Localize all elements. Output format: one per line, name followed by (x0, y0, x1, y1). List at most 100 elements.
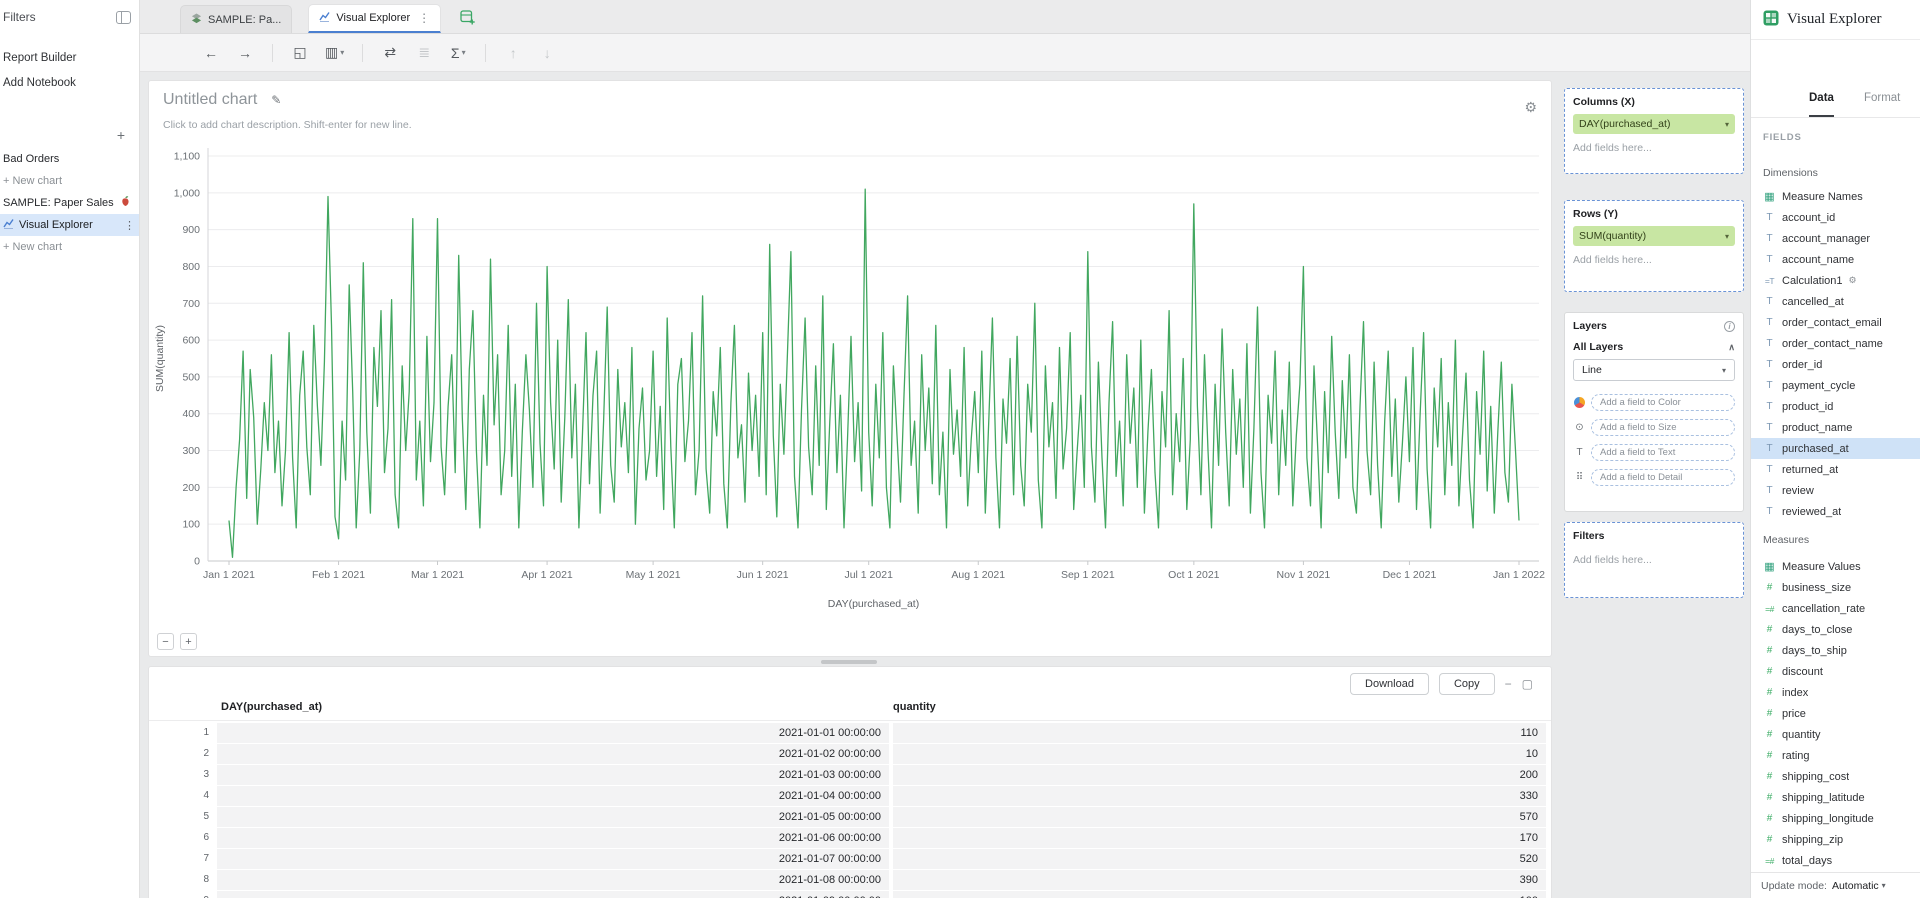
field-days_to_ship[interactable]: #days_to_ship (1751, 640, 1920, 661)
chart-title[interactable]: Untitled chart (163, 91, 257, 109)
collapse-sidebar-icon[interactable] (116, 11, 131, 24)
field-business_size[interactable]: #business_size (1751, 577, 1920, 598)
field-reviewed_at[interactable]: Treviewed_at (1751, 501, 1920, 522)
field-order_id[interactable]: Torder_id (1751, 354, 1920, 375)
cell-quantity[interactable]: 520 (893, 849, 1546, 869)
field-product_id[interactable]: Tproduct_id (1751, 396, 1920, 417)
field-total_days[interactable]: =#total_days (1751, 850, 1920, 871)
table-row[interactable]: 42021-01-04 00:00:00330 (149, 786, 1551, 806)
chevron-down-icon[interactable]: ▾ (1725, 232, 1729, 241)
table-row[interactable]: 12021-01-01 00:00:00110 (149, 723, 1551, 743)
new-view-button[interactable] (455, 5, 479, 29)
tab-menu-icon[interactable]: ⋮ (416, 11, 430, 25)
cell-quantity[interactable]: 570 (893, 807, 1546, 827)
field-days_to_close[interactable]: #days_to_close (1751, 619, 1920, 640)
field-account_manager[interactable]: Taccount_manager (1751, 228, 1920, 249)
cell-date[interactable]: 2021-01-09 00:00:00 (217, 891, 889, 898)
cell-date[interactable]: 2021-01-02 00:00:00 (217, 744, 889, 764)
field-Measure Names[interactable]: ▦Measure Names (1751, 186, 1920, 207)
tab-data[interactable]: Data (1809, 92, 1834, 117)
column-header-quantity[interactable]: quantity (893, 701, 936, 713)
field-cancelled_at[interactable]: Tcancelled_at (1751, 291, 1920, 312)
cell-quantity[interactable]: 200 (893, 765, 1546, 785)
series-line[interactable] (229, 189, 1519, 557)
mark-type-select[interactable]: Line ▾ (1573, 359, 1735, 381)
swap-axes-button[interactable]: ⇄ (377, 40, 403, 66)
table-row[interactable]: 92021-01-09 00:00:00100 (149, 891, 1551, 898)
field-order_contact_name[interactable]: Torder_contact_name (1751, 333, 1920, 354)
add-chart-button[interactable]: + (117, 127, 125, 143)
zoom-out-button[interactable]: − (157, 633, 174, 650)
field-review[interactable]: Treview (1751, 480, 1920, 501)
field-Calculation1[interactable]: =TCalculation1⚙ (1751, 270, 1920, 291)
history-back-button[interactable]: ← (198, 40, 224, 66)
cell-quantity[interactable]: 170 (893, 828, 1546, 848)
rows-shelf[interactable]: Rows (Y) SUM(quantity) ▾ Add fields here… (1564, 200, 1744, 292)
collapse-table-icon[interactable]: − (1505, 677, 1512, 691)
update-mode-select[interactable]: Automatic ▾ (1832, 880, 1886, 892)
cell-quantity[interactable]: 110 (893, 723, 1546, 743)
table-row[interactable]: 22021-01-02 00:00:0010 (149, 744, 1551, 764)
field-quantity[interactable]: #quantity (1751, 724, 1920, 745)
cell-date[interactable]: 2021-01-05 00:00:00 (217, 807, 889, 827)
sidebar-item-sample-paper-sales[interactable]: SAMPLE: Paper Sales (0, 192, 139, 214)
cell-quantity[interactable]: 390 (893, 870, 1546, 890)
cell-date[interactable]: 2021-01-07 00:00:00 (217, 849, 889, 869)
field-shipping_latitude[interactable]: #shipping_latitude (1751, 787, 1920, 808)
field-account_id[interactable]: Taccount_id (1751, 207, 1920, 228)
cell-quantity[interactable]: 10 (893, 744, 1546, 764)
cell-date[interactable]: 2021-01-03 00:00:00 (217, 765, 889, 785)
cell-date[interactable]: 2021-01-01 00:00:00 (217, 723, 889, 743)
aggregate-button[interactable]: Σ▾ (445, 40, 471, 66)
history-forward-button[interactable]: → (232, 40, 258, 66)
chart-type-button[interactable]: ▥▾ (321, 40, 348, 66)
table-row[interactable]: 52021-01-05 00:00:00570 (149, 807, 1551, 827)
pill-sum-quantity[interactable]: SUM(quantity) ▾ (1573, 226, 1735, 246)
splitter-drag-handle[interactable] (821, 660, 877, 664)
cell-quantity[interactable]: 330 (893, 786, 1546, 806)
all-layers-row[interactable]: All Layers ∧ (1565, 336, 1743, 357)
field-index[interactable]: #index (1751, 682, 1920, 703)
field-discount[interactable]: #discount (1751, 661, 1920, 682)
sidebar-item-new-chart-2[interactable]: + New chart (0, 236, 139, 258)
field-returned_at[interactable]: Treturned_at (1751, 459, 1920, 480)
field-payment_cycle[interactable]: Tpayment_cycle (1751, 375, 1920, 396)
cell-date[interactable]: 2021-01-06 00:00:00 (217, 828, 889, 848)
field-purchased_at[interactable]: Tpurchased_at (1751, 438, 1920, 459)
field-price[interactable]: #price (1751, 703, 1920, 724)
field-rating[interactable]: #rating (1751, 745, 1920, 766)
cell-quantity[interactable]: 100 (893, 891, 1546, 898)
table-row[interactable]: 82021-01-08 00:00:00390 (149, 870, 1551, 890)
field-order_contact_email[interactable]: Torder_contact_email (1751, 312, 1920, 333)
add-field-color-target[interactable]: Add a field to Color (1591, 394, 1735, 411)
tab-format[interactable]: Format (1864, 92, 1900, 117)
field-product_name[interactable]: Tproduct_name (1751, 417, 1920, 438)
sidebar-item-add-notebook[interactable]: Add Notebook (0, 71, 139, 96)
sidebar-item-new-chart-1[interactable]: + New chart (0, 170, 139, 192)
edit-title-icon[interactable]: ✎ (271, 93, 281, 107)
filters-shelf[interactable]: Filters Add fields here... (1564, 522, 1744, 598)
field-Measure Values[interactable]: ▦Measure Values (1751, 556, 1920, 577)
chart-description-placeholder[interactable]: Click to add chart description. Shift-en… (163, 119, 412, 131)
cell-date[interactable]: 2021-01-04 00:00:00 (217, 786, 889, 806)
chart-settings-gear-icon[interactable]: ⚙ (1524, 99, 1537, 116)
table-row[interactable]: 32021-01-03 00:00:00200 (149, 765, 1551, 785)
item-menu-icon[interactable]: ⋮ (124, 219, 135, 232)
duplicate-chart-button[interactable]: ◱ (287, 40, 313, 66)
chevron-down-icon[interactable]: ▾ (1725, 120, 1729, 129)
tab-visual-explorer[interactable]: Visual Explorer ⋮ (308, 4, 441, 33)
columns-shelf[interactable]: Columns (X) DAY(purchased_at) ▾ Add fiel… (1564, 88, 1744, 174)
field-account_name[interactable]: Taccount_name (1751, 249, 1920, 270)
cell-date[interactable]: 2021-01-08 00:00:00 (217, 870, 889, 890)
expand-table-icon[interactable]: ▢ (1522, 677, 1533, 691)
panel-splitter[interactable] (140, 657, 1558, 666)
table-row[interactable]: 62021-01-06 00:00:00170 (149, 828, 1551, 848)
field-shipping_cost[interactable]: #shipping_cost (1751, 766, 1920, 787)
sidebar-item-report-builder[interactable]: Report Builder (0, 46, 139, 71)
field-cancellation_rate[interactable]: =#cancellation_rate (1751, 598, 1920, 619)
sidebar-item-bad-orders[interactable]: Bad Orders (0, 148, 139, 170)
copy-button[interactable]: Copy (1439, 673, 1495, 695)
field-shipping_zip[interactable]: #shipping_zip (1751, 829, 1920, 850)
chevron-up-icon[interactable]: ∧ (1728, 342, 1735, 353)
field-shipping_longitude[interactable]: #shipping_longitude (1751, 808, 1920, 829)
